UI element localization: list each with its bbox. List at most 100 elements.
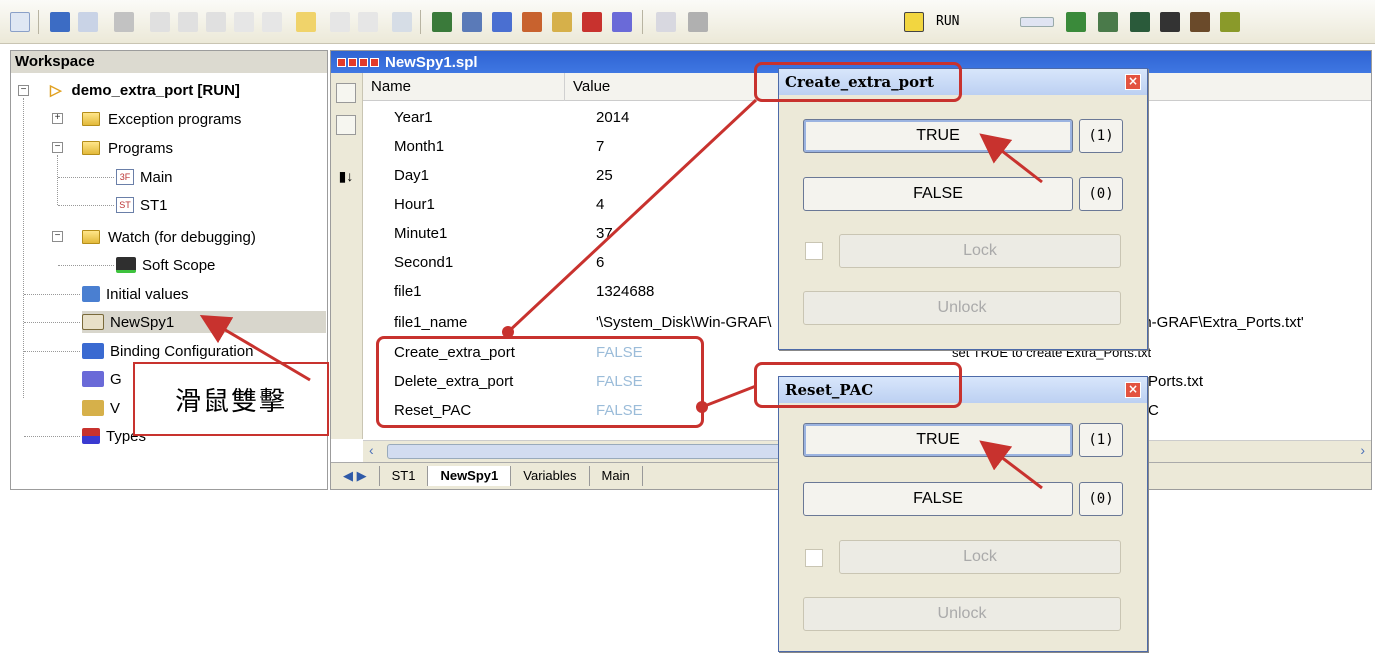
row-value: 4 bbox=[596, 196, 605, 213]
tree-item-label: NewSpy1 bbox=[110, 313, 175, 331]
global-icon[interactable] bbox=[612, 12, 632, 32]
tree-item-label: Watch (for debugging) bbox=[108, 228, 256, 246]
scope-icon bbox=[116, 257, 136, 273]
toggle-icon[interactable] bbox=[904, 12, 924, 32]
true-value-button[interactable]: (1) bbox=[1079, 119, 1123, 153]
spy-icon[interactable] bbox=[522, 12, 542, 32]
row-name: Minute1 bbox=[394, 225, 448, 242]
collapse-icon[interactable]: − bbox=[52, 142, 63, 153]
row-value: 1324688 bbox=[596, 283, 655, 300]
row-value: '\System_Disk\Win-GRAF\ bbox=[596, 314, 772, 331]
sort-icon[interactable]: ▮↓ bbox=[336, 168, 356, 188]
tree-item-label: Binding Configuration bbox=[110, 342, 254, 360]
collapse-icon[interactable]: − bbox=[18, 85, 29, 96]
tree-item-soft-scope[interactable]: Soft Scope bbox=[116, 254, 215, 276]
scrollbar-thumb[interactable] bbox=[387, 444, 787, 459]
table-icon bbox=[82, 286, 100, 302]
redo2-icon[interactable] bbox=[358, 12, 378, 32]
row-comment: in-GRAF\Extra_Ports.txt' bbox=[1140, 314, 1304, 331]
refresh-icon[interactable] bbox=[1098, 12, 1118, 32]
redo-icon[interactable] bbox=[330, 12, 350, 32]
home-icon bbox=[82, 400, 104, 416]
tab-main[interactable]: Main bbox=[590, 466, 643, 486]
folder-icon bbox=[82, 230, 100, 244]
unlock-button[interactable]: Unlock bbox=[803, 597, 1121, 631]
column-name-header[interactable]: Name bbox=[363, 73, 565, 101]
lock-checkbox[interactable] bbox=[805, 549, 823, 567]
tab-newspy1[interactable]: NewSpy1 bbox=[428, 466, 512, 486]
find-icon[interactable] bbox=[262, 12, 282, 32]
home-icon[interactable] bbox=[552, 12, 572, 32]
lock-button[interactable]: Lock bbox=[839, 540, 1121, 574]
tree-icon[interactable] bbox=[462, 12, 482, 32]
expand-icon[interactable]: + bbox=[52, 113, 63, 124]
false-button[interactable]: FALSE bbox=[803, 177, 1073, 211]
row-name: Year1 bbox=[394, 109, 433, 126]
callout-double-click: 滑鼠雙擊 bbox=[133, 362, 329, 436]
tab-nav-icon[interactable]: ◀ ▶ bbox=[331, 466, 380, 486]
tree-item-label: Exception programs bbox=[108, 110, 242, 128]
project-label: demo_extra_port [RUN] bbox=[71, 81, 240, 99]
copy-icon[interactable] bbox=[178, 12, 198, 32]
tree-item-global[interactable]: G bbox=[82, 368, 122, 390]
lock-checkbox[interactable] bbox=[805, 242, 823, 260]
true-button[interactable]: TRUE bbox=[803, 423, 1073, 457]
tree-line bbox=[58, 177, 114, 178]
grid-icon[interactable] bbox=[432, 12, 452, 32]
tree-item-programs[interactable]: Programs bbox=[82, 137, 173, 159]
tree-item-v[interactable]: V bbox=[82, 397, 120, 419]
insert-var-icon[interactable] bbox=[336, 115, 356, 135]
tree-item-initial-values[interactable]: Initial values bbox=[82, 283, 189, 305]
cut-icon[interactable] bbox=[150, 12, 170, 32]
scroll-left-icon[interactable]: ‹ bbox=[369, 442, 374, 458]
row-value: 37 bbox=[596, 225, 613, 242]
tree-item-newspy1[interactable]: NewSpy1 bbox=[82, 311, 326, 333]
collapse-icon[interactable]: − bbox=[52, 231, 63, 242]
tab-variables[interactable]: Variables bbox=[511, 466, 590, 486]
tree-item-watch[interactable]: Watch (for debugging) bbox=[82, 226, 256, 248]
tree-item-main[interactable]: 3F Main bbox=[116, 166, 173, 188]
true-value-button[interactable]: (1) bbox=[1079, 423, 1123, 457]
tree-item-st1[interactable]: ST ST1 bbox=[116, 194, 168, 216]
scroll-right-icon[interactable]: › bbox=[1360, 442, 1365, 458]
close-icon[interactable]: × bbox=[1125, 382, 1141, 398]
create-extra-port-dialog: Create_extra_port × TRUE (1) FALSE (0) L… bbox=[778, 68, 1148, 350]
tools-icon[interactable] bbox=[392, 12, 412, 32]
print-icon[interactable] bbox=[114, 12, 134, 32]
false-value-button[interactable]: (0) bbox=[1079, 177, 1123, 211]
tab-st1[interactable]: ST1 bbox=[380, 466, 429, 486]
connect-icon[interactable] bbox=[1066, 12, 1086, 32]
false-button[interactable]: FALSE bbox=[803, 482, 1073, 516]
step-icon[interactable] bbox=[1190, 12, 1210, 32]
window-icon[interactable] bbox=[656, 12, 676, 32]
play-icon: ▷ bbox=[50, 82, 62, 99]
lock-button[interactable]: Lock bbox=[839, 234, 1121, 268]
cycle-icon[interactable] bbox=[1220, 12, 1240, 32]
close-icon[interactable]: × bbox=[1125, 74, 1141, 90]
window-icon bbox=[370, 57, 379, 67]
tree-item-exception-programs[interactable]: Exception programs bbox=[82, 108, 241, 130]
unlock-button[interactable]: Unlock bbox=[803, 291, 1121, 325]
tree-item-label: ST1 bbox=[140, 196, 168, 214]
new-icon[interactable] bbox=[10, 12, 30, 32]
folder-icon bbox=[82, 112, 100, 126]
types-icon[interactable] bbox=[582, 12, 602, 32]
tree-line bbox=[57, 155, 58, 205]
binding-icon[interactable] bbox=[492, 12, 512, 32]
pause-icon[interactable] bbox=[1160, 12, 1180, 32]
toolbar-separator bbox=[642, 10, 643, 34]
delete-icon[interactable] bbox=[234, 12, 254, 32]
swap-icon[interactable] bbox=[1130, 12, 1150, 32]
paste-icon[interactable] bbox=[206, 12, 226, 32]
false-value-button[interactable]: (0) bbox=[1079, 482, 1123, 516]
project-node[interactable]: ▷ demo_extra_port [RUN] bbox=[50, 79, 240, 101]
save-icon[interactable] bbox=[50, 12, 70, 32]
window-icon bbox=[359, 57, 368, 67]
insert-row-icon[interactable] bbox=[336, 83, 356, 103]
tree-item-binding-configuration[interactable]: Binding Configuration bbox=[82, 340, 253, 362]
edit-icon[interactable] bbox=[78, 12, 98, 32]
undo-icon[interactable] bbox=[296, 12, 316, 32]
true-button[interactable]: TRUE bbox=[803, 119, 1073, 153]
download-icon[interactable] bbox=[688, 12, 708, 32]
reset-pac-dialog: Reset_PAC × TRUE (1) FALSE (0) Lock Unlo… bbox=[778, 376, 1148, 652]
